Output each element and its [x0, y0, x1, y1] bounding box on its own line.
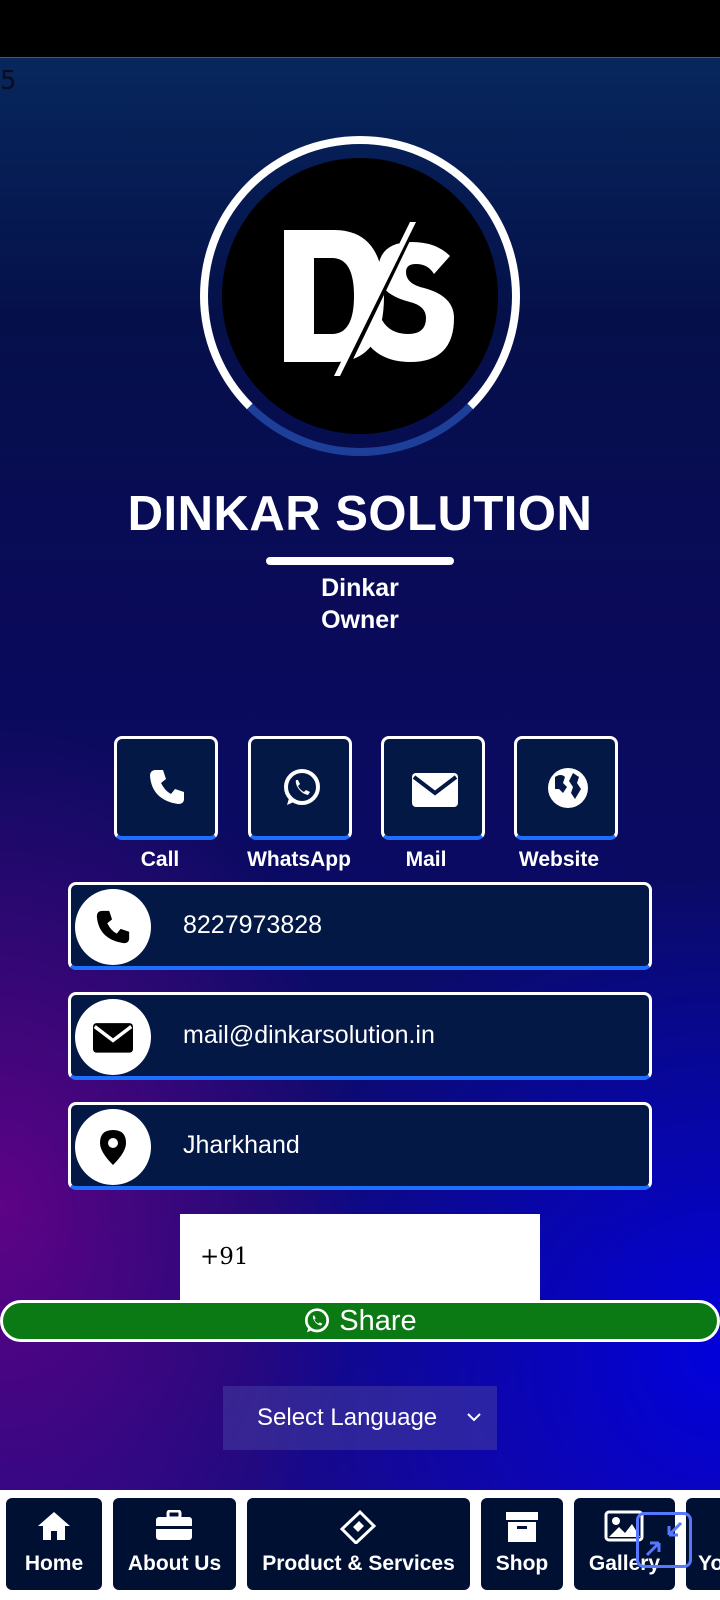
whatsapp-icon: [305, 1308, 330, 1333]
nav-about-us-label: About Us: [127, 1552, 222, 1575]
share-phone-input[interactable]: [180, 1214, 540, 1300]
person-role: Owner: [321, 606, 399, 634]
chevron-down-icon: [467, 1413, 481, 1422]
phone-number: 8227973828: [183, 911, 323, 939]
call-label: Call: [140, 848, 180, 871]
person-info: Dinkar Owner: [0, 572, 720, 636]
share-label: Share: [339, 1304, 417, 1337]
email-address: mail@dinkarsolution.in: [183, 1021, 435, 1049]
nav-home-label: Home: [24, 1552, 84, 1575]
company-logo: [200, 136, 520, 456]
share-button[interactable]: Share: [0, 1300, 720, 1342]
mail-icon: [93, 1023, 133, 1053]
language-select[interactable]: Select Language: [223, 1386, 497, 1450]
globe-icon: [548, 768, 588, 808]
location-text: Jharkhand: [183, 1131, 300, 1159]
location-icon-circle: [75, 1109, 151, 1185]
location-row[interactable]: Jharkhand: [68, 1102, 652, 1190]
nav-shop[interactable]: Shop: [481, 1498, 563, 1590]
nav-youtube-label: Yo: [698, 1552, 720, 1575]
email-row[interactable]: mail@dinkarsolution.in: [68, 992, 652, 1080]
briefcase-icon: [156, 1510, 192, 1540]
tag-icon: [340, 1510, 376, 1544]
status-bar: [0, 0, 720, 58]
whatsapp-icon: [284, 769, 320, 805]
mail-label: Mail: [405, 848, 447, 871]
ds-logo-icon: [284, 220, 454, 378]
corner-number: 5: [0, 66, 17, 96]
exit-fullscreen-button[interactable]: [636, 1512, 692, 1568]
logo-badge: [222, 158, 498, 434]
website-label: Website: [518, 848, 600, 871]
company-name: DINKAR SOLUTION: [127, 487, 593, 541]
nav-product-services[interactable]: Product & Services: [247, 1498, 470, 1590]
person-name: Dinkar: [321, 574, 399, 602]
website-button[interactable]: [514, 736, 618, 840]
whatsapp-button[interactable]: [248, 736, 352, 840]
location-pin-icon: [100, 1130, 126, 1165]
box-icon: [506, 1512, 538, 1542]
exit-fullscreen-icon: [645, 1521, 683, 1557]
call-button[interactable]: [114, 736, 218, 840]
mail-icon-circle: [75, 999, 151, 1075]
nav-about-us[interactable]: About Us: [113, 1498, 236, 1590]
home-icon: [38, 1512, 70, 1540]
mail-icon: [412, 773, 458, 807]
nav-shop-label: Shop: [495, 1552, 549, 1575]
phone-icon: [150, 770, 184, 804]
phone-icon: [96, 910, 130, 944]
bottom-nav: Home About Us Product & Services Shop Ga…: [0, 1490, 720, 1600]
title-underline: [266, 557, 454, 565]
phone-icon-circle: [75, 889, 151, 965]
mail-button[interactable]: [381, 736, 485, 840]
phone-row[interactable]: 8227973828: [68, 882, 652, 970]
nav-product-services-label: Product & Services: [262, 1552, 455, 1575]
language-select-value: Select Language: [257, 1404, 438, 1431]
nav-home[interactable]: Home: [6, 1498, 102, 1590]
